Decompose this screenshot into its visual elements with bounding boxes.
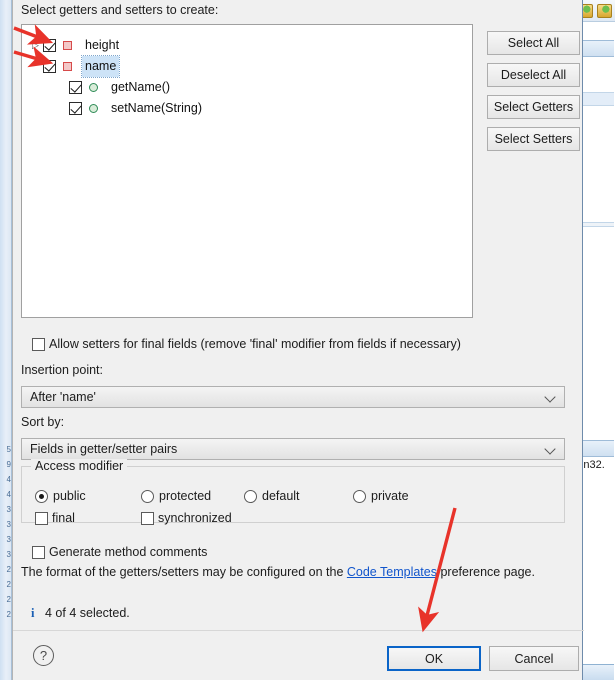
insertion-point-value: After 'name'	[30, 390, 96, 404]
getters-setters-tree[interactable]: ▷ height name getName() setName(String)	[21, 24, 473, 318]
checkbox-final[interactable]	[35, 512, 48, 525]
radio-label-private: private	[371, 489, 409, 503]
chevron-down-icon-2	[546, 444, 556, 454]
checkbox-synchronized[interactable]	[141, 512, 154, 525]
chevron-down-icon	[546, 392, 556, 402]
tree-row[interactable]: name	[22, 55, 472, 78]
gutter-line-number: 3	[6, 505, 11, 514]
insertion-point-combo[interactable]: After 'name'	[21, 386, 565, 408]
page-title: Select getters and setters to create:	[21, 3, 219, 17]
gutter-line-number: 2	[6, 595, 11, 604]
info-icon: i	[31, 606, 35, 620]
select-all-button[interactable]: Select All	[487, 31, 580, 55]
radio-label-default: default	[262, 489, 300, 503]
gutter-line-number: 4	[6, 475, 11, 484]
code-templates-link[interactable]: Code Templates	[347, 565, 437, 579]
generate-getters-setters-dialog: Select getters and setters to create: ▷ h…	[12, 0, 584, 680]
sort-by-combo[interactable]: Fields in getter/setter pairs	[21, 438, 565, 460]
status-text: 4 of 4 selected.	[45, 606, 130, 620]
radio-label-protected: protected	[159, 489, 212, 503]
deselect-all-button[interactable]: Deselect All	[487, 63, 580, 87]
tree-item-label: getName()	[111, 80, 171, 94]
method-icon	[89, 104, 98, 113]
radio-default[interactable]	[244, 490, 257, 503]
gutter-line-number: 3	[6, 520, 11, 529]
tree-row[interactable]: ▷ height	[22, 35, 472, 56]
gutter-line-number: 2	[6, 565, 11, 574]
tree-item-label: height	[85, 38, 120, 52]
hint-prefix: The format of the getters/setters may be…	[21, 565, 347, 579]
allow-final-setters-checkbox[interactable]	[32, 338, 45, 351]
tree-item-label: setName(String)	[111, 101, 202, 115]
allow-final-setters-label: Allow setters for final fields (remove '…	[49, 337, 461, 351]
tree-item-checkbox[interactable]	[69, 81, 82, 94]
tree-item-checkbox[interactable]	[43, 60, 56, 73]
ok-button[interactable]: OK	[387, 646, 481, 671]
editor-gutter-strip	[0, 0, 12, 680]
tree-row[interactable]: setName(String)	[22, 98, 472, 119]
tree-item-checkbox[interactable]	[43, 39, 56, 52]
generate-method-comments-checkbox[interactable]	[32, 546, 45, 559]
tree-item-checkbox[interactable]	[69, 102, 82, 115]
gutter-line-number: 3	[6, 550, 11, 559]
gutter-line-number: 5	[6, 445, 11, 454]
code-templates-hint: The format of the getters/setters may be…	[21, 565, 535, 579]
radio-protected[interactable]	[141, 490, 154, 503]
footer-divider	[13, 630, 584, 631]
select-setters-button[interactable]: Select Setters	[487, 127, 580, 151]
help-icon[interactable]: ?	[33, 645, 54, 666]
gutter-line-number: 2	[6, 610, 11, 619]
radio-public[interactable]	[35, 490, 48, 503]
radio-label-public: public	[53, 489, 86, 503]
hint-suffix: preference page.	[436, 565, 535, 579]
insertion-point-label: Insertion point:	[21, 363, 103, 377]
method-icon	[89, 83, 98, 92]
access-modifier-legend: Access modifier	[31, 459, 128, 473]
radio-private[interactable]	[353, 490, 366, 503]
package-icon-2[interactable]	[597, 4, 612, 18]
generate-method-comments-label: Generate method comments	[49, 545, 208, 559]
field-icon	[63, 62, 72, 71]
gutter-line-number: 9	[6, 460, 11, 469]
field-icon	[63, 41, 72, 50]
sort-by-value: Fields in getter/setter pairs	[30, 442, 178, 456]
tree-row[interactable]: getName()	[22, 77, 472, 98]
cancel-button[interactable]: Cancel	[489, 646, 579, 671]
checkbox-label-synchronized: synchronized	[158, 511, 232, 525]
select-getters-button[interactable]: Select Getters	[487, 95, 580, 119]
gutter-line-number: 2	[6, 580, 11, 589]
expand-arrow-icon[interactable]: ▷	[28, 35, 43, 56]
gutter-line-number: 4	[6, 490, 11, 499]
tree-item-label: name	[80, 55, 121, 78]
sort-by-label: Sort by:	[21, 415, 65, 429]
gutter-line-number: 3	[6, 535, 11, 544]
checkbox-label-final: final	[52, 511, 75, 525]
